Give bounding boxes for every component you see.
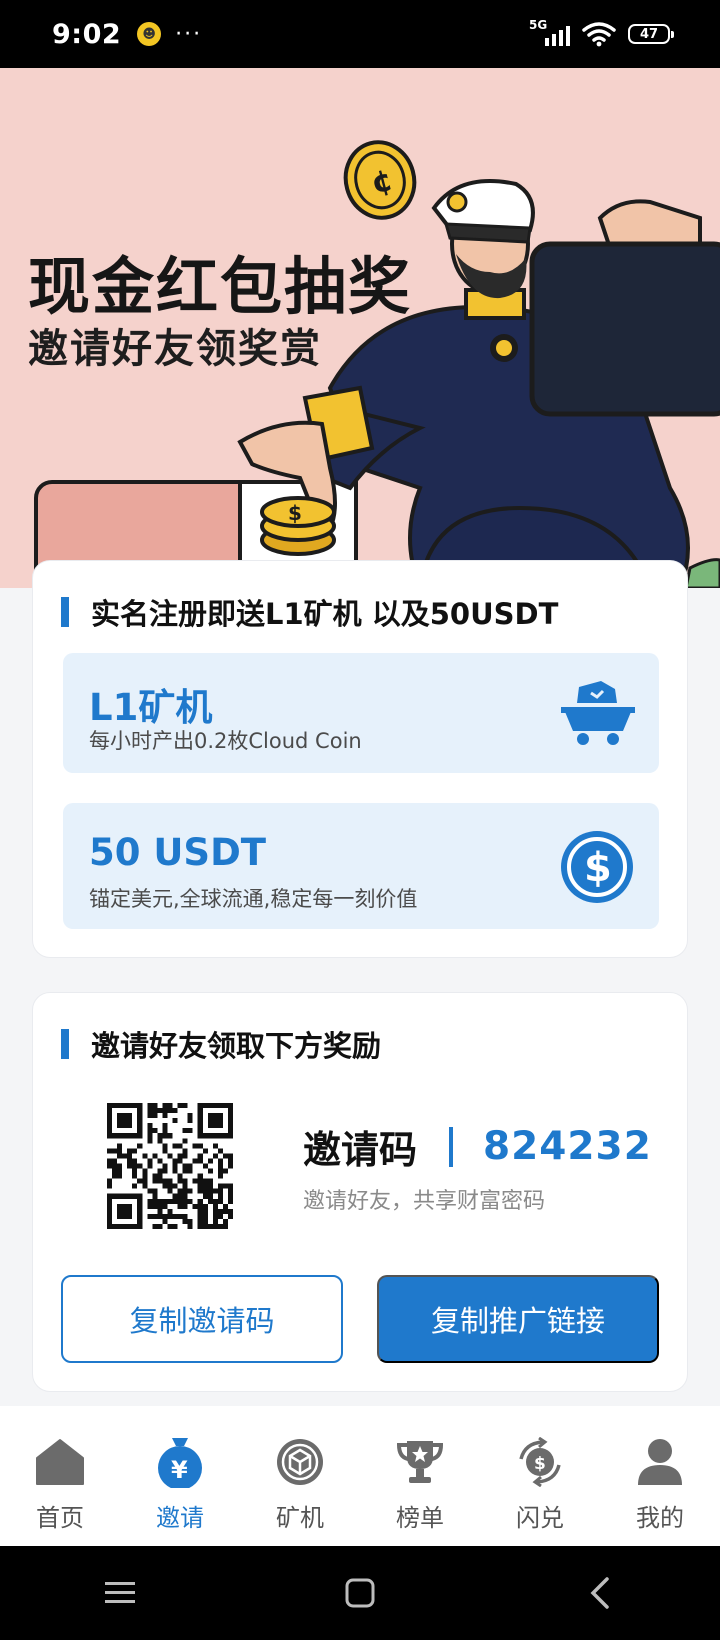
money-bag-icon: ¥ <box>154 1436 206 1488</box>
nav-back-button[interactable] <box>480 1577 720 1609</box>
network-type: 5G <box>529 18 548 32</box>
section-header: 实名注册即送L1矿机 以及50USDT <box>61 591 558 633</box>
more-notifications-icon: ··· <box>175 21 203 47</box>
menu-icon <box>105 1582 135 1603</box>
tab-label: 闪兑 <box>516 1504 564 1532</box>
status-time: 9:02 <box>52 18 122 50</box>
home-icon <box>34 1436 86 1488</box>
nav-menu-button[interactable] <box>0 1580 240 1606</box>
promo-banner[interactable]: ¢ $ 现金红包抽奖 邀请好友领奖赏 <box>0 68 720 588</box>
svg-text:$: $ <box>288 501 302 525</box>
reward-title: 50 USDT <box>89 831 267 874</box>
tab-label: 邀请 <box>156 1504 204 1532</box>
section-header: 邀请好友领取下方奖励 <box>61 1023 381 1065</box>
invite-hint: 邀请好友，共享财富密码 <box>303 1189 546 1214</box>
tab-label: 首页 <box>36 1504 84 1532</box>
wifi-icon <box>582 22 616 47</box>
tab-label: 榜单 <box>396 1504 444 1532</box>
invite-card: 邀请好友领取下方奖励 邀请码 824232 邀请好友，共享财富密码 复制邀请码 … <box>32 992 688 1392</box>
section-accent-bar <box>61 597 69 627</box>
reward-l1-miner[interactable]: L1矿机 每小时产出0.2枚Cloud Coin <box>63 653 659 773</box>
invite-section-title: 邀请好友领取下方奖励 <box>91 1029 382 1063</box>
svg-text:$: $ <box>584 845 612 891</box>
svg-text:$: $ <box>534 1454 546 1474</box>
invite-code-row: 邀请码 824232 <box>303 1119 652 1174</box>
invite-code-label: 邀请码 <box>303 1128 418 1172</box>
register-section-title: 实名注册即送L1矿机 以及50USDT <box>91 597 559 631</box>
reward-title: L1矿机 <box>89 686 213 729</box>
reward-desc: 每小时产出0.2枚Cloud Coin <box>89 729 362 753</box>
trophy-icon <box>394 1436 446 1488</box>
person-icon <box>634 1436 686 1488</box>
invite-code-value[interactable]: 824232 <box>483 1124 652 1169</box>
system-nav-bar <box>0 1546 720 1640</box>
exchange-coin-icon: $ <box>514 1436 566 1488</box>
cellular-signal-icon: 5G <box>529 18 570 46</box>
invite-qr-code[interactable] <box>107 1103 233 1229</box>
bottom-tab-bar: 首页 ¥ 邀请 矿机 榜单 $ 闪兑 我的 <box>0 1406 720 1546</box>
reward-desc: 锚定美元,全球流通,稳定每一刻价值 <box>89 887 418 911</box>
svg-text:¥: ¥ <box>171 1456 188 1484</box>
tab-swap[interactable]: $ 闪兑 <box>480 1406 600 1546</box>
status-bar: 9:02 ☻ ··· 5G 47 <box>0 0 720 68</box>
divider <box>449 1126 454 1167</box>
back-chevron-icon <box>590 1577 609 1609</box>
register-rewards-card: 实名注册即送L1矿机 以及50USDT L1矿机 每小时产出0.2枚Cloud … <box>32 560 688 958</box>
battery-level: 47 <box>639 26 659 42</box>
dollar-coin-icon: $ <box>561 831 633 903</box>
section-accent-bar <box>61 1029 69 1059</box>
tab-invite[interactable]: ¥ 邀请 <box>120 1406 240 1546</box>
tab-label: 我的 <box>636 1504 684 1532</box>
mining-cart-icon <box>561 681 635 745</box>
copy-invite-code-button[interactable]: 复制邀请码 <box>61 1275 343 1363</box>
reward-usdt[interactable]: 50 USDT 锚定美元,全球流通,稳定每一刻价值 $ <box>63 803 659 929</box>
battery-icon: 47 <box>628 24 674 44</box>
miner-cube-icon <box>274 1436 326 1488</box>
notification-app-icon: ☻ <box>137 22 162 46</box>
nav-home-button[interactable] <box>240 1578 480 1608</box>
tab-label: 矿机 <box>276 1504 324 1532</box>
tab-miner[interactable]: 矿机 <box>240 1406 360 1546</box>
copy-promo-link-button[interactable]: 复制推广链接 <box>377 1275 659 1363</box>
tab-leaderboard[interactable]: 榜单 <box>360 1406 480 1546</box>
tab-home[interactable]: 首页 <box>0 1406 120 1546</box>
banner-title: 现金红包抽奖 <box>28 250 413 323</box>
tab-profile[interactable]: 我的 <box>600 1406 720 1546</box>
square-home-icon <box>345 1578 375 1608</box>
banner-subtitle: 邀请好友领奖赏 <box>28 326 322 372</box>
